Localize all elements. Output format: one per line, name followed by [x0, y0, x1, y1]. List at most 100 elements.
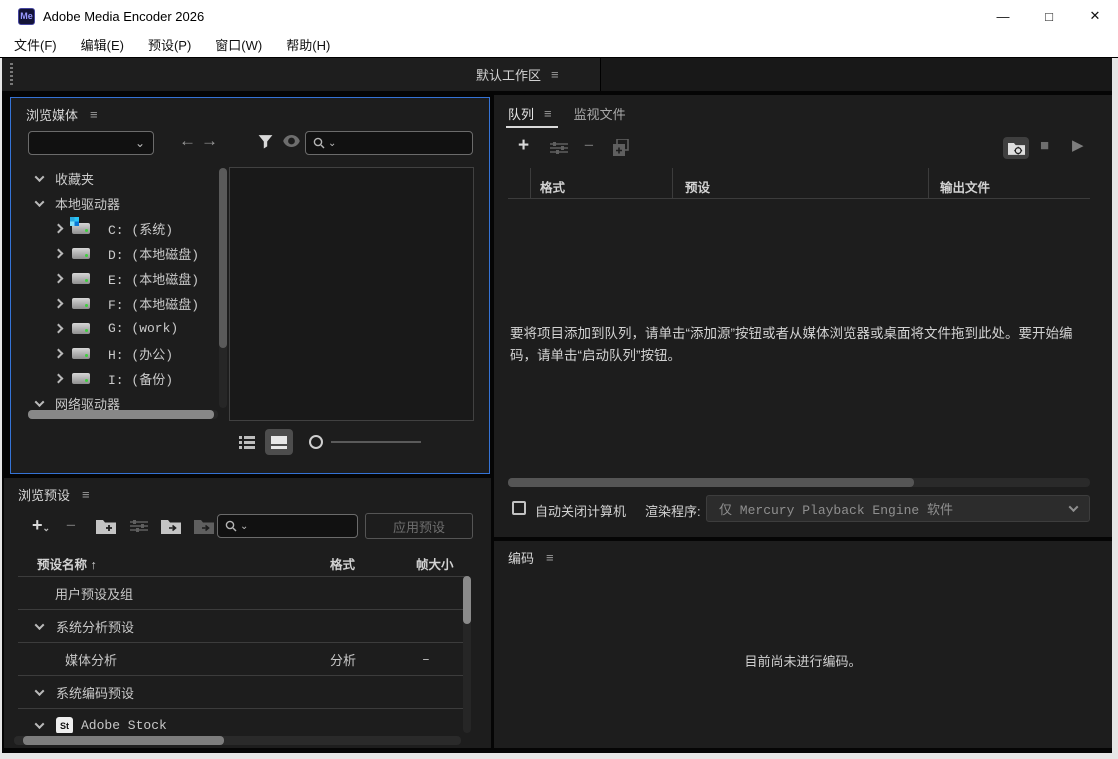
chevron-down-icon[interactable] — [35, 172, 45, 182]
start-queue-button[interactable]: ▶ — [1072, 136, 1084, 154]
chevron-right-icon[interactable] — [54, 374, 64, 384]
column-divider[interactable] — [530, 168, 531, 198]
scrollbar-thumb[interactable] — [508, 478, 914, 487]
column-divider[interactable] — [928, 168, 929, 198]
workspace-menu-icon[interactable]: ≡ — [551, 67, 559, 82]
panel-grip-handle[interactable] — [10, 63, 13, 86]
scrollbar-thumb[interactable] — [23, 736, 224, 745]
column-preset[interactable]: 预设 — [685, 177, 710, 196]
system-drive-icon — [72, 223, 90, 234]
tab-watch-folders[interactable]: 监视文件 — [574, 104, 626, 123]
menu-preset[interactable]: 预设(P) — [136, 35, 203, 54]
tab-queue[interactable]: 队列 — [508, 104, 534, 123]
close-button[interactable]: ✕ — [1072, 0, 1118, 32]
remove-button[interactable]: − — [584, 136, 594, 156]
chevron-right-icon[interactable] — [54, 349, 64, 359]
drive-icon — [72, 373, 90, 384]
stop-queue-button[interactable]: ■ — [1040, 137, 1049, 154]
duplicate-button[interactable] — [613, 139, 630, 156]
zoom-slider-knob[interactable] — [309, 435, 323, 449]
plus-icon: + — [518, 135, 529, 156]
tree-item-drive-e[interactable]: E: (本地磁盘) — [28, 266, 218, 291]
tree-item-drive-h[interactable]: H: (办公) — [28, 341, 218, 366]
menu-file[interactable]: 文件(F) — [0, 35, 69, 54]
maximize-button[interactable]: □ — [1026, 0, 1072, 32]
remove-preset-button[interactable]: − — [66, 516, 76, 536]
minimize-button[interactable]: — — [980, 0, 1026, 32]
preset-row-system-analysis[interactable]: 系统分析预设 — [18, 610, 469, 643]
chevron-right-icon[interactable] — [54, 249, 64, 259]
new-group-button[interactable] — [96, 519, 116, 534]
tree-item-drive-f[interactable]: F: (本地磁盘) — [28, 291, 218, 316]
preset-row-system-encoding[interactable]: 系统编码预设 — [18, 676, 469, 709]
menu-help[interactable]: 帮助(H) — [274, 35, 342, 54]
queue-panel: 队列 ≡ 监视文件 + − ■ ▶ 格式 预设 输出文件 要将项目添加到队列，请… — [494, 95, 1112, 537]
tree-item-drive-i[interactable]: I: (备份) — [28, 366, 218, 391]
filter-icon[interactable] — [257, 133, 274, 150]
eye-icon[interactable] — [283, 135, 300, 147]
chevron-right-icon[interactable] — [54, 224, 64, 234]
drive-tree: 收藏夹 本地驱动器 C: (系统) D: (本地磁盘) E: (本地磁盘) F:… — [28, 166, 218, 416]
preset-vertical-scrollbar[interactable] — [463, 576, 471, 733]
queue-horizontal-scrollbar[interactable] — [508, 478, 1090, 487]
panel-menu-icon[interactable]: ≡ — [82, 487, 90, 502]
scrollbar-thumb[interactable] — [463, 576, 471, 624]
menu-edit[interactable]: 编辑(E) — [69, 35, 136, 54]
column-frame-size[interactable]: 帧大小 — [416, 554, 454, 573]
preset-row-user[interactable]: 用户预设及组 — [18, 577, 469, 610]
preset-row-media-analysis[interactable]: 媒体分析 分析 – — [18, 643, 469, 676]
workspace-tab-default[interactable]: 默认工作区 ≡ — [462, 58, 573, 91]
scrollbar-thumb[interactable] — [219, 168, 227, 348]
panel-menu-icon[interactable]: ≡ — [90, 107, 98, 122]
chevron-right-icon[interactable] — [54, 324, 64, 334]
chevron-right-icon[interactable] — [54, 274, 64, 284]
chevron-down-icon[interactable] — [35, 197, 45, 207]
renderer-dropdown[interactable]: 仅 Mercury Playback Engine 软件 — [706, 495, 1090, 522]
panel-menu-icon[interactable]: ≡ — [544, 106, 552, 121]
tree-item-favorites[interactable]: 收藏夹 — [28, 166, 218, 191]
zoom-slider-track[interactable] — [331, 441, 421, 443]
column-format[interactable]: 格式 — [540, 177, 565, 196]
import-preset-button[interactable] — [161, 519, 181, 534]
preset-row-adobe-stock[interactable]: St Adobe Stock — [18, 709, 469, 733]
apply-preset-button[interactable]: 应用预设 — [365, 513, 473, 539]
add-preset-button[interactable]: +⌄ — [32, 515, 50, 536]
tree-item-local-drives[interactable]: 本地驱动器 — [28, 191, 218, 216]
column-preset-name[interactable]: 预设名称 ↑ — [37, 554, 97, 573]
menu-window[interactable]: 窗口(W) — [203, 35, 274, 54]
tree-item-drive-g[interactable]: G: (work) — [28, 316, 218, 341]
tree-item-drive-d[interactable]: D: (本地磁盘) — [28, 241, 218, 266]
back-icon[interactable]: ← — [179, 131, 196, 151]
preset-horizontal-scrollbar[interactable] — [14, 736, 461, 745]
tree-item-drive-c[interactable]: C: (系统) — [28, 216, 218, 241]
column-format[interactable]: 格式 — [330, 554, 355, 573]
search-scope-caret-icon: ⌄ — [328, 138, 336, 149]
media-search-input[interactable]: ⌄ — [305, 131, 473, 155]
column-output-file[interactable]: 输出文件 — [940, 177, 990, 196]
chevron-down-icon[interactable] — [35, 719, 45, 729]
scrollbar-thumb[interactable] — [28, 410, 214, 419]
chevron-down-icon[interactable] — [35, 686, 45, 696]
preset-settings-button[interactable] — [130, 519, 148, 533]
thumbnail-view-button[interactable] — [265, 429, 293, 455]
preset-browser-title: 浏览预设 — [18, 485, 70, 504]
renderer-label: 渲染程序: — [645, 501, 701, 520]
auto-encode-watch-folders-button[interactable] — [1003, 137, 1029, 159]
add-source-button[interactable]: + — [518, 135, 529, 157]
chevron-down-icon[interactable] — [35, 620, 45, 630]
forward-icon[interactable]: → — [201, 131, 218, 151]
add-output-button[interactable] — [550, 141, 568, 155]
chevron-down-icon[interactable] — [35, 397, 45, 407]
window-frame-right — [1112, 58, 1118, 753]
list-view-icon[interactable] — [239, 436, 255, 448]
export-preset-button[interactable] — [194, 519, 214, 534]
preset-search-input[interactable]: ⌄ — [217, 514, 358, 538]
tree-horizontal-scrollbar[interactable] — [28, 410, 218, 419]
chevron-right-icon[interactable] — [54, 299, 64, 309]
location-combo[interactable]: ⌄ — [28, 131, 154, 155]
column-divider[interactable] — [672, 168, 673, 198]
tree-label: 本地驱动器 — [55, 194, 120, 213]
tree-vertical-scrollbar[interactable] — [219, 168, 227, 408]
panel-menu-icon[interactable]: ≡ — [546, 550, 554, 565]
auto-shutdown-checkbox[interactable] — [512, 501, 526, 515]
